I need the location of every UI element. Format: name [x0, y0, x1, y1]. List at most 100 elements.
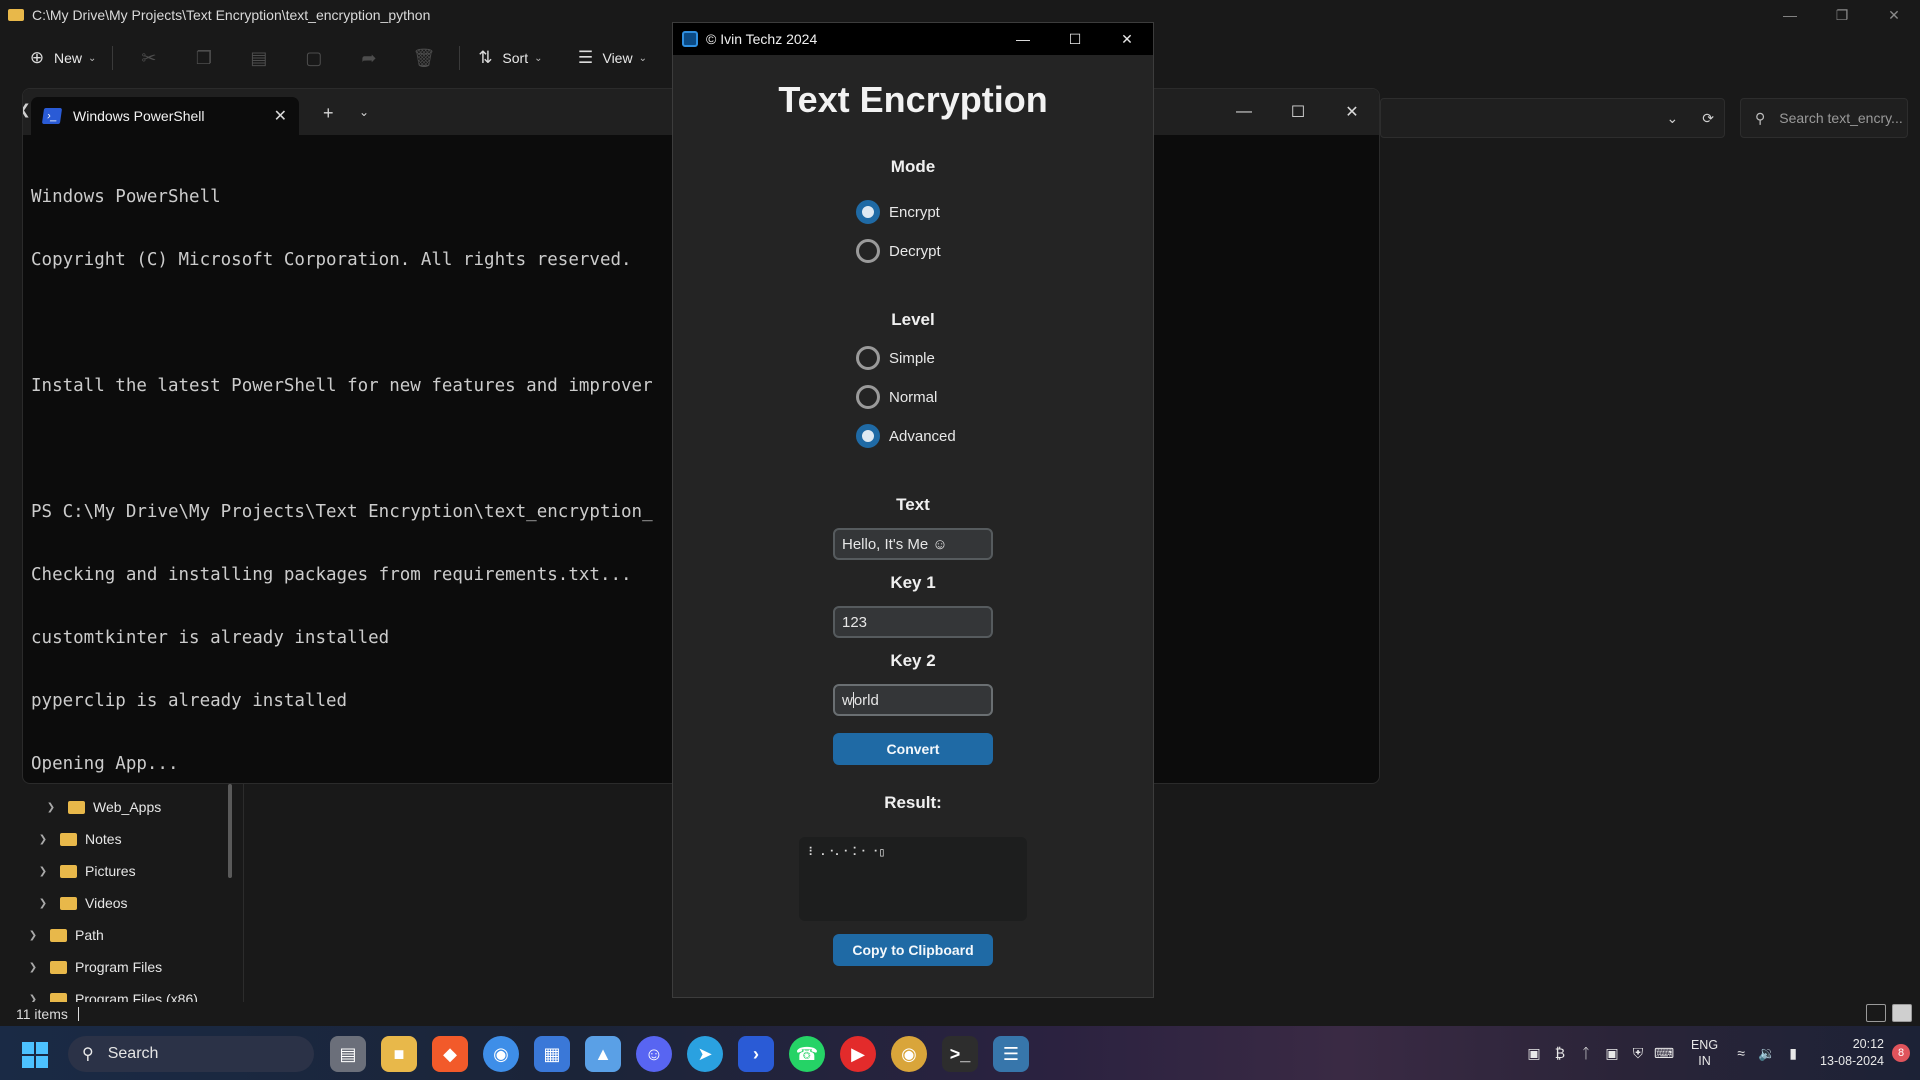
key2-input[interactable]: w orld: [833, 684, 993, 716]
task-view-icon[interactable]: ▤: [330, 1036, 366, 1072]
whatsapp-icon[interactable]: ☎: [789, 1036, 825, 1072]
result-label: Result:: [884, 793, 942, 812]
start-button[interactable]: [22, 1042, 48, 1068]
delete-icon[interactable]: 🗑: [396, 40, 451, 76]
copy-icon[interactable]: ❐: [176, 40, 231, 76]
new-tab-icon[interactable]: +: [323, 103, 334, 124]
close-icon[interactable]: ✕: [1868, 0, 1920, 30]
tiles-view-icon[interactable]: [1892, 1004, 1912, 1022]
new-button[interactable]: ⊕ New ⌄: [20, 40, 104, 76]
refresh-icon[interactable]: ⟳: [1702, 110, 1714, 127]
chevron-down-icon[interactable]: ⌄: [1667, 110, 1679, 127]
folder-icon: [8, 9, 24, 21]
key1-input-value: 123: [842, 613, 868, 631]
chevron-right-icon[interactable]: ❯: [44, 802, 58, 813]
sort-button[interactable]: ⇅ Sort ⌄: [468, 40, 550, 76]
taskbar-search[interactable]: ⚲ Search: [68, 1036, 314, 1072]
nav-item-label: Pictures: [85, 863, 136, 879]
brave-icon[interactable]: ◆: [432, 1036, 468, 1072]
security-shield-icon[interactable]: ⛨: [1625, 1045, 1651, 1062]
minimize-icon[interactable]: —: [997, 23, 1049, 55]
display-icon[interactable]: ▣: [1599, 1045, 1625, 1062]
terminal-tab-powershell[interactable]: ›_ Windows PowerShell ✕: [31, 97, 299, 135]
minimize-icon[interactable]: —: [1764, 0, 1816, 30]
maximize-icon[interactable]: ☐: [1049, 23, 1101, 55]
chevron-right-icon[interactable]: ❯: [26, 994, 40, 1003]
chevron-right-icon[interactable]: ❯: [36, 898, 50, 909]
plus-circle-icon: ⊕: [29, 48, 45, 67]
details-view-icon[interactable]: [1866, 1004, 1886, 1022]
share-icon[interactable]: ➦: [341, 40, 396, 76]
telegram-icon[interactable]: ➤: [687, 1036, 723, 1072]
app-tray-icon[interactable]: ▣: [1521, 1045, 1547, 1062]
store-icon[interactable]: ▦: [534, 1036, 570, 1072]
chevron-down-icon[interactable]: ⌄: [359, 105, 369, 119]
radio-decrypt[interactable]: Decrypt: [856, 238, 941, 264]
copy-to-clipboard-button[interactable]: Copy to Clipboard: [833, 934, 993, 966]
close-tab-icon[interactable]: ✕: [274, 106, 287, 126]
nav-scrollbar[interactable]: [228, 784, 232, 878]
status-bar: 11 items: [0, 1002, 1920, 1026]
radio-label: Advanced: [889, 427, 956, 445]
maximize-icon[interactable]: ☐: [1271, 89, 1325, 135]
chrome-icon[interactable]: ◉: [483, 1036, 519, 1072]
nav-item-pictures[interactable]: ❯ Pictures: [36, 858, 136, 884]
app-heading: Text Encryption: [778, 79, 1048, 120]
explorer-search-input[interactable]: ⚲ Search text_encry...: [1740, 98, 1908, 138]
radio-simple[interactable]: Simple: [856, 345, 935, 371]
youtube-icon[interactable]: ▶: [840, 1036, 876, 1072]
volume-icon[interactable]: 🔉: [1754, 1045, 1780, 1062]
nav-item-notes[interactable]: ❯ Notes: [36, 826, 122, 852]
chevron-right-icon[interactable]: ❯: [26, 930, 40, 941]
nav-item-path[interactable]: ❯ Path: [26, 922, 104, 948]
bitcoin-icon[interactable]: ₿: [1547, 1045, 1573, 1061]
radio-encrypt[interactable]: Encrypt: [856, 199, 940, 225]
result-textbox[interactable]: ⠇⠠⠐⠄⠂⠅⠂⠐▯: [799, 837, 1027, 921]
chevron-right-icon[interactable]: ❯: [36, 834, 50, 845]
bluetooth-icon[interactable]: ᛏ: [1573, 1045, 1599, 1061]
convert-button[interactable]: Convert: [833, 733, 993, 765]
chevron-left-icon[interactable]: ❮: [23, 101, 31, 118]
keyboard-icon[interactable]: ⌨: [1651, 1045, 1677, 1062]
chevron-down-icon: ⌄: [88, 52, 97, 64]
nav-item-videos[interactable]: ❯ Videos: [36, 890, 128, 916]
address-bar[interactable]: ⌄ ⟳: [1380, 98, 1725, 138]
nav-item-label: Path: [75, 927, 104, 943]
photos-icon[interactable]: ▲: [585, 1036, 621, 1072]
battery-icon[interactable]: ▮: [1780, 1045, 1806, 1062]
text-input[interactable]: Hello, It's Me ☺: [833, 528, 993, 560]
nav-item-program-files-x86[interactable]: ❯ Program Files (x86): [26, 986, 198, 1002]
chevron-right-icon[interactable]: ❯: [26, 962, 40, 973]
folder-icon: [50, 928, 67, 942]
nav-item-web-apps[interactable]: ❯ Web_Apps: [44, 794, 161, 820]
toolbar-divider: [459, 46, 461, 70]
status-divider: [77, 1007, 79, 1021]
radio-normal[interactable]: Normal: [856, 384, 937, 410]
restore-icon[interactable]: ❐: [1816, 0, 1868, 30]
radio-advanced[interactable]: Advanced: [856, 423, 956, 449]
python-icon[interactable]: ☰: [993, 1036, 1029, 1072]
chrome-profile-icon[interactable]: ◉: [891, 1036, 927, 1072]
language-indicator[interactable]: ENG IN: [1691, 1037, 1718, 1069]
pane-divider: [243, 784, 244, 1002]
paste-icon[interactable]: ▤: [231, 40, 286, 76]
chevron-right-icon[interactable]: ❯: [36, 866, 50, 877]
close-icon[interactable]: ✕: [1101, 23, 1153, 55]
taskbar: ⚲ Search ▤ ■ ◆ ◉ ▦ ▲ ☺ ➤ › ☎ ▶ ◉ >_ ☰ ▣ …: [0, 1026, 1920, 1080]
close-icon[interactable]: ✕: [1325, 89, 1379, 135]
rename-icon[interactable]: ▢: [286, 40, 341, 76]
text-encryption-window: © Ivin Techz 2024 — ☐ ✕ Text Encryption …: [672, 22, 1154, 998]
cut-icon[interactable]: ✂: [121, 40, 176, 76]
file-explorer-task-icon[interactable]: ■: [381, 1036, 417, 1072]
minimize-icon[interactable]: —: [1217, 89, 1271, 135]
search-icon: ⚲: [82, 1046, 94, 1063]
wifi-icon[interactable]: ≈: [1728, 1045, 1754, 1061]
notification-badge[interactable]: 8: [1892, 1044, 1910, 1062]
discord-icon[interactable]: ☺: [636, 1036, 672, 1072]
clock[interactable]: 20:12 13-08-2024: [1820, 1036, 1884, 1070]
key1-input[interactable]: 123: [833, 606, 993, 638]
powershell-icon[interactable]: ›: [738, 1036, 774, 1072]
view-button[interactable]: ☰ View ⌄: [568, 40, 654, 76]
terminal-icon[interactable]: >_: [942, 1036, 978, 1072]
nav-item-program-files[interactable]: ❯ Program Files: [26, 954, 162, 980]
